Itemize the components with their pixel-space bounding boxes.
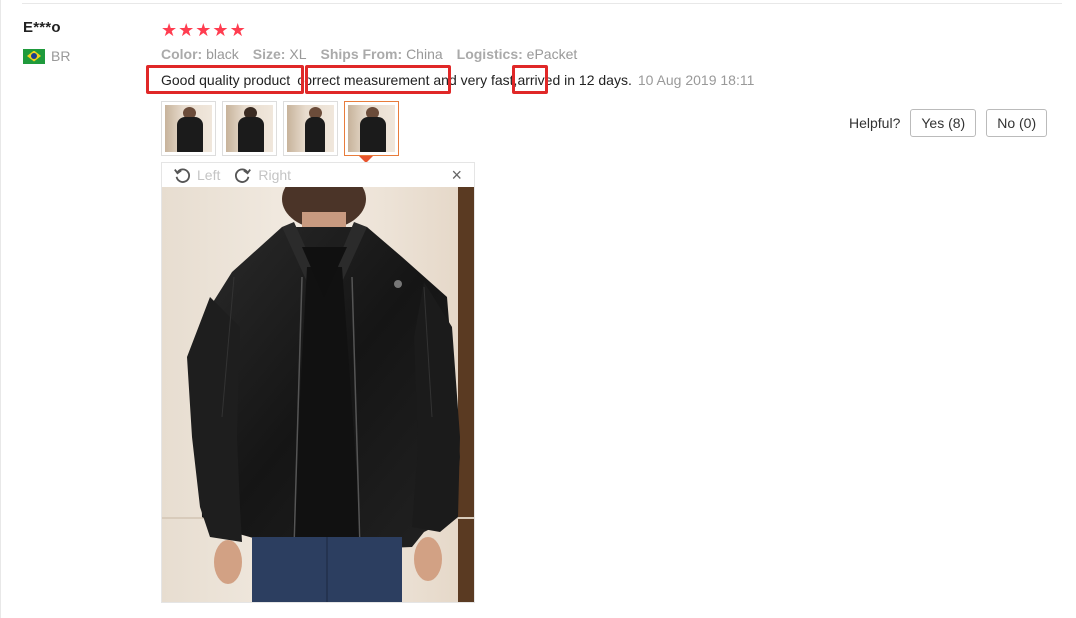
helpful-voting: Helpful? Yes (8) No (0) (849, 109, 1048, 137)
review-photo-large (162, 187, 474, 602)
divider (22, 3, 1062, 4)
rotate-left-label: Left (197, 167, 221, 183)
attribute-ships-from: Ships From: China (320, 46, 443, 62)
attribute-logistics: Logistics: ePacket (456, 46, 578, 62)
photo-thumbnail[interactable] (283, 101, 338, 156)
rotate-right-label: Right (258, 167, 292, 183)
rotate-left-button[interactable]: Left (173, 166, 220, 184)
reviewer-country: BR (23, 48, 70, 64)
photo-thumbnail[interactable] (161, 101, 216, 156)
photo-thumbnail[interactable] (222, 101, 277, 156)
rotate-right-button[interactable]: Right (234, 166, 291, 184)
highlight-box (305, 65, 451, 94)
left-border (0, 0, 1, 618)
rotate-right-icon (235, 168, 252, 183)
star-icon: ★ (229, 20, 246, 40)
star-icon: ★ (178, 20, 195, 40)
helpful-no-button[interactable]: No (0) (986, 109, 1048, 137)
viewer-toolbar: Left Right × (162, 163, 474, 187)
highlight-box (512, 65, 548, 94)
photo-viewer: Left Right × (161, 162, 475, 603)
rotate-left-icon (174, 168, 190, 183)
star-rating: ★ ★ ★ ★ ★ (161, 20, 246, 40)
jacket-photo (162, 187, 474, 602)
country-code: BR (51, 48, 71, 64)
order-attributes: Color: black Size: XL Ships From: China … (161, 46, 577, 62)
brazil-flag-icon (23, 48, 45, 64)
attribute-color: Color: black (161, 46, 239, 62)
helpful-yes-button[interactable]: Yes (8) (910, 109, 977, 137)
attribute-size: Size: XL (252, 46, 307, 62)
star-icon: ★ (195, 20, 212, 40)
star-icon: ★ (212, 20, 229, 40)
highlight-box (146, 65, 304, 94)
helpful-label: Helpful? (849, 115, 901, 131)
review-date: 10 Aug 2019 18:11 (637, 72, 755, 88)
review-photo-thumbnails (161, 101, 399, 156)
reviewer-name: E***o (23, 19, 61, 36)
photo-thumbnail-active[interactable] (344, 101, 399, 156)
close-icon[interactable]: × (451, 165, 462, 185)
star-icon: ★ (161, 20, 178, 40)
